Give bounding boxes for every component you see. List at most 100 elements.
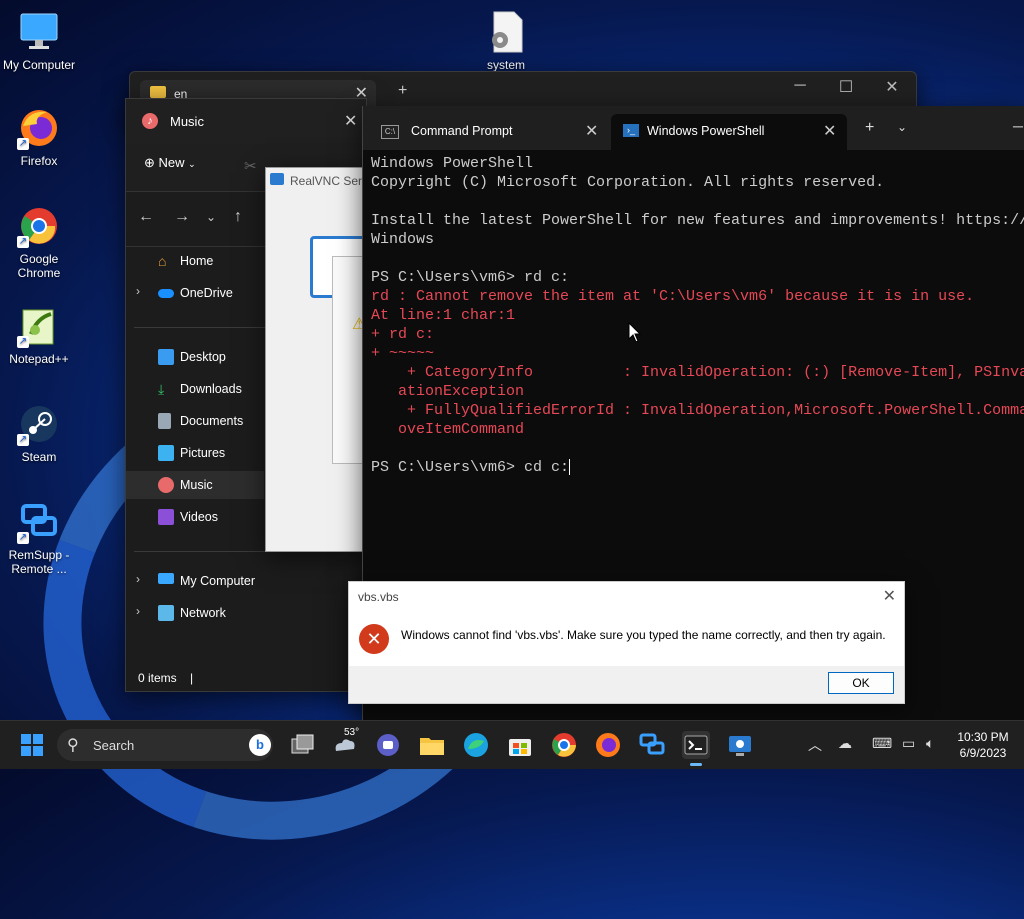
realvnc-server-icon[interactable] [726,731,754,759]
nav-item-videos[interactable]: Videos [126,503,264,531]
terminal-icon[interactable] [682,731,710,766]
up-arrow-icon[interactable]: ↑ [234,208,242,226]
onedrive-offline-icon[interactable]: ☁ [838,735,852,752]
store-icon[interactable] [506,731,534,759]
chat-icon[interactable] [374,731,402,759]
music-titlebar: ♪ Music ✕ [126,99,366,143]
terminal-line: PS C:\Users\vm6> rd c: [371,269,570,286]
task-view-icon[interactable] [288,731,316,759]
close-window-icon[interactable]: ✕ [872,77,912,97]
terminal-line: rd : Cannot remove the item at 'C:\Users… [371,288,975,305]
notepadpp-icon: ↗ [17,304,61,348]
network-icon [158,605,174,621]
edge-icon[interactable] [462,731,490,759]
desktop-icon-label: RemSupp - Remote ... [8,548,70,576]
minimize-icon[interactable]: ─ [1013,118,1023,134]
realvnc-window[interactable]: RealVNC Serv ⚠ [265,167,376,552]
dialog-title: vbs.vbs [358,590,399,604]
keyboard-icon[interactable]: ⌨ [872,735,892,752]
chevron-down-icon[interactable]: ⌄ [206,210,216,224]
minimize-icon[interactable]: ─ [780,77,820,95]
nav-item-downloads[interactable]: ⤓ Downloads [126,375,264,403]
terminal-output[interactable]: Windows PowerShell Copyright (C) Microsof… [371,154,1024,477]
volume-icon[interactable]: 🔈︎ [926,735,934,752]
nav-item-label: OneDrive [180,286,233,300]
desktop-icon-remsupp[interactable]: ↗ RemSupp - Remote ... [0,500,78,576]
close-tab-icon[interactable]: ✕ [344,111,357,131]
music-note-icon [158,477,174,493]
close-icon[interactable]: ✕ [883,586,896,606]
new-button[interactable]: ⊕ New ⌄ [144,155,196,171]
video-icon [158,509,174,525]
error-dialog[interactable]: vbs.vbs ✕ ✕ Windows cannot find 'vbs.vbs… [348,581,905,704]
monitor-icon [158,573,174,584]
music-note-icon: ♪ [142,113,158,129]
nav-item-onedrive[interactable]: › OneDrive [126,279,264,307]
chevron-down-icon[interactable]: ⌄ [897,120,907,134]
nav-item-my-computer[interactable]: › My Computer [126,567,264,595]
chevron-right-icon[interactable]: › [136,572,140,586]
terminal-line: Windows PowerShell [371,155,534,172]
back-arrow-icon[interactable]: ← [138,208,154,226]
desktop-icon-my-computer[interactable]: My Computer [0,10,78,72]
remote-support-icon[interactable] [638,731,666,759]
navigation-pane: ⌂ Home › OneDrive Desktop ⤓ Downloads Do… [126,247,358,657]
new-tab-button[interactable]: + [398,82,407,100]
tab-windows-powershell[interactable]: ›_ Windows PowerShell ✕ [611,114,847,150]
nav-item-home[interactable]: ⌂ Home [126,247,264,275]
chrome-icon[interactable] [550,731,578,759]
new-tab-button[interactable]: + [865,119,874,137]
nav-item-music[interactable]: Music [126,471,264,499]
realvnc-icon [270,173,284,185]
close-tab-icon[interactable]: ✕ [823,121,836,141]
forward-arrow-icon[interactable]: → [174,208,190,226]
taskbar-search[interactable]: ⚲ Search b [57,729,273,761]
terminal-line: oveItemCommand [371,421,525,438]
desktop-icon-google-chrome[interactable]: ↗ Google Chrome [0,204,78,280]
cloud-icon [158,289,174,298]
document-icon [158,413,171,429]
firefox-icon[interactable] [594,731,622,759]
chevron-right-icon[interactable]: › [136,284,140,298]
nav-item-label: Videos [180,510,218,524]
desktop-icon [158,349,174,365]
error-icon: ✕ [359,624,389,654]
remote-support-icon: ↗ [17,500,61,544]
nav-item-documents[interactable]: Documents [126,407,264,435]
system-clock[interactable]: 10:30 PM 6/9/2023 [950,729,1016,761]
chevron-right-icon[interactable]: › [136,604,140,618]
close-tab-icon[interactable]: ✕ [585,121,598,141]
download-icon: ⤓ [158,381,165,397]
dialog-footer: OK [349,666,904,703]
desktop-icon-notepadpp[interactable]: ↗ Notepad++ [0,304,78,366]
text-cursor [569,459,571,476]
nav-item-label: Network [180,606,226,620]
desktop-icon-label: Firefox [20,154,58,168]
maximize-icon[interactable]: ☐ [826,77,866,97]
network-icon[interactable]: ▭ [902,735,915,752]
desktop-icon-label: system [486,58,525,72]
dialog-message: Windows cannot find 'vbs.vbs'. Make sure… [401,628,886,642]
terminal-line: + rd c: [371,326,435,343]
tab-command-prompt[interactable]: C:\ Command Prompt ✕ [367,114,607,150]
terminal-line: At line:1 char:1 [371,307,516,324]
desktop-icon-steam[interactable]: ↗ Steam [0,402,78,464]
item-count: 0 items [138,671,177,685]
nav-item-desktop[interactable]: Desktop [126,343,264,371]
firefox-icon: ↗ [17,106,61,150]
nav-item-network[interactable]: › Network [126,599,264,627]
cut-icon[interactable]: ✂ [244,157,257,175]
file-explorer-icon[interactable] [418,731,446,759]
weather-icon[interactable]: 53° [330,727,359,759]
desktop-icon-firefox[interactable]: ↗ Firefox [0,106,78,168]
start-button[interactable] [18,731,46,759]
nav-item-pictures[interactable]: Pictures [126,439,264,467]
chevron-up-icon[interactable]: ︿ [808,735,822,755]
ok-button[interactable]: OK [828,672,894,694]
terminal-line: ationException [371,383,525,400]
desktop-icon-system[interactable]: system [467,10,545,72]
weather-temp: 53° [344,727,360,738]
home-icon: ⌂ [158,253,167,269]
